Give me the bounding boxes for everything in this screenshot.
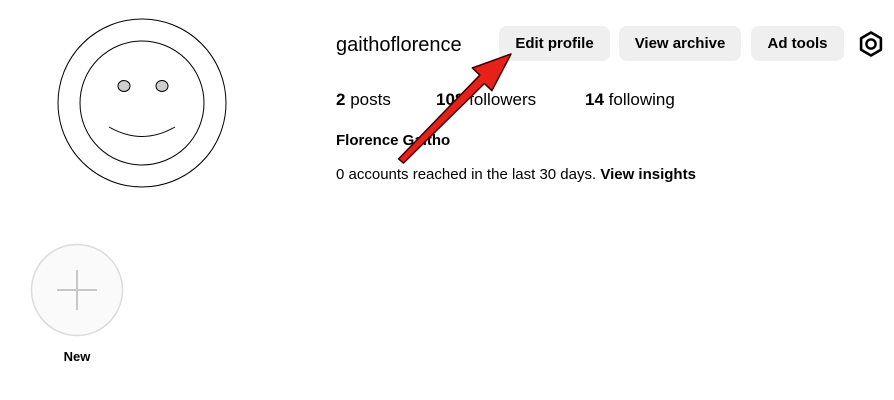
followers-count-label: followers [464, 90, 537, 109]
profile-avatar-icon[interactable] [57, 18, 227, 188]
view-insights-link[interactable]: View insights [600, 166, 696, 183]
insights-summary: 0 accounts reached in the last 30 days. … [336, 165, 696, 185]
following-count-value: 14 [585, 90, 604, 109]
posts-count-label: posts [345, 90, 391, 109]
edit-profile-button[interactable]: Edit profile [499, 26, 610, 61]
gear-icon[interactable] [857, 30, 885, 58]
new-highlight-label: New [63, 349, 91, 364]
accounts-reached-text: 0 accounts reached in the last 30 days. [336, 166, 601, 183]
profile-username: gaithoflorence [336, 34, 462, 56]
followers-count-value: 108 [436, 90, 465, 109]
followers-count[interactable]: 108 followers [436, 89, 536, 111]
view-archive-button[interactable]: View archive [619, 26, 741, 61]
new-highlight-button[interactable] [30, 243, 124, 337]
profile-full-name: Florence Gaitho [336, 132, 451, 149]
following-count[interactable]: 14 following [585, 89, 675, 111]
following-count-label: following [603, 90, 675, 109]
ad-tools-button[interactable]: Ad tools [751, 26, 844, 61]
posts-count: 2 posts [336, 89, 391, 111]
